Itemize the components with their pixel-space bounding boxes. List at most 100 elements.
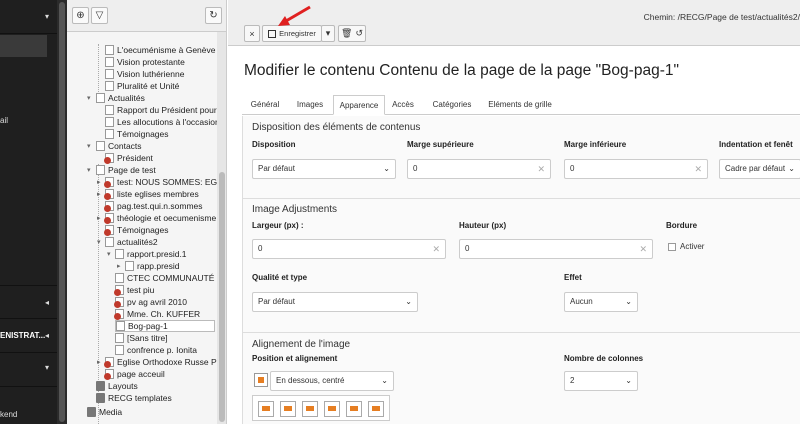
tree-node[interactable]: Président [104,152,153,164]
module-section-2[interactable]: ◂ [0,285,57,319]
align-below-center-icon[interactable] [324,401,340,417]
expand-icon[interactable]: ▸ [97,190,101,198]
align-above-center-icon[interactable] [258,401,274,417]
scrollbar-thumb[interactable] [59,2,65,422]
collapse-icon[interactable]: ▾ [97,238,101,246]
collapse-icon[interactable]: ▾ [107,250,111,258]
tree-node[interactable]: Rapport du Président pour l [105,104,221,116]
module-menu: ▾ ail ◂ ENISTRAT... ◂ ▾ kend [0,0,57,424]
tree-node[interactable]: RECG templates [96,392,172,404]
chevron-left-icon[interactable]: ◂ [45,331,49,340]
tree-node[interactable]: Pluralité et Unité [105,80,179,92]
tree-node[interactable]: test piu [114,284,154,296]
tree-node[interactable]: Contacts [96,140,142,152]
position-select[interactable]: En dessous, centré ⌄ [270,371,394,391]
tab-general[interactable]: Général [242,95,288,115]
panel-title: Disposition des éléments de contenus [252,122,421,133]
collapse-icon[interactable]: ▾ [87,142,91,150]
filter-button[interactable]: ▽ [91,7,108,24]
chevron-down-icon[interactable]: ▾ [45,363,49,372]
tree-node-label: Actualités [108,93,145,103]
tab-access[interactable]: Accès [386,95,420,115]
chevron-left-icon[interactable]: ◂ [45,298,49,307]
undo-icon[interactable]: ↺ [355,28,363,39]
indent-select[interactable]: Cadre par défaut ⌄ [719,159,800,179]
tree-node[interactable]: Actualités [96,92,145,104]
align-above-right-icon[interactable] [280,401,296,417]
align-below-right-icon[interactable] [346,401,362,417]
tree-node[interactable]: Témoignages [104,224,169,236]
quality-select[interactable]: Par défaut ⌄ [252,292,418,312]
module-section-1[interactable]: ▾ [0,0,57,34]
border-checkbox-label[interactable]: Activer [680,242,704,251]
width-input[interactable]: 0 ✕ [252,239,446,259]
tree-node[interactable]: Mme. Ch. KUFFER [114,308,200,320]
expand-icon[interactable]: ▸ [97,178,101,186]
new-page-button[interactable]: ⊕ [72,7,89,24]
module-admin-label[interactable]: ENISTRAT... [0,331,45,340]
tree-node[interactable]: Page de test [96,164,156,176]
clear-icon[interactable]: ✕ [639,240,647,258]
save-options-button[interactable]: ▾ [321,25,335,42]
tree-node[interactable]: rapp.presid [125,260,180,272]
border-checkbox[interactable] [668,243,676,251]
clear-icon[interactable]: ✕ [694,160,702,178]
tree-node[interactable]: [Sans titre] [115,332,168,344]
expand-icon[interactable]: ▸ [117,262,121,270]
module-item-active[interactable] [0,35,47,57]
tree-node-selected[interactable]: Bog-pag-1 [115,320,215,332]
tree-scrollbar[interactable] [217,32,226,424]
effect-select[interactable]: Aucun ⌄ [564,292,638,312]
collapse-icon[interactable]: ▾ [87,166,91,174]
tree-node[interactable]: Vision protestante [105,56,185,68]
align-below-left-icon[interactable] [368,401,384,417]
position-label: Position et alignement [252,354,338,363]
collapse-icon[interactable]: ▾ [87,94,91,102]
expand-icon[interactable]: ▸ [97,358,101,366]
tree-node[interactable]: test: NOUS SOMMES: EGLI [104,176,224,188]
tree-node[interactable]: pv ag avril 2010 [114,296,187,308]
align-above-left-icon[interactable] [302,401,318,417]
delete-icon[interactable]: 🗑 [341,28,352,39]
tree-node[interactable]: Vision luthérienne [105,68,184,80]
tree-node[interactable]: Eglise Orthodoxe Russe Pat [104,356,224,368]
module-backend-label[interactable]: kend [0,410,17,419]
space-after-input[interactable]: 0 ✕ [564,159,708,179]
columns-select[interactable]: 2 ⌄ [564,371,638,391]
tree-node[interactable]: Les allocutions à l'occasion [105,116,220,128]
module-item-label[interactable]: ail [0,116,8,125]
module-section-3[interactable]: ▾ [0,353,57,387]
module-menu-scrollbar[interactable] [57,0,67,424]
space-before-input[interactable]: 0 ✕ [407,159,551,179]
tree-node[interactable]: Témoignages [105,128,169,140]
scrollbar-thumb[interactable] [219,172,225,422]
tree-node[interactable]: CTEC COMMUNAUTÉ DE [115,272,226,284]
tab-images[interactable]: Images [288,95,332,115]
tree-node[interactable]: liste eglises membres [104,188,199,200]
space-before-label: Marge supérieure [407,140,474,149]
module-section-admin[interactable]: ENISTRAT... ◂ [0,319,57,353]
layout-select[interactable]: Par défaut ⌄ [252,159,396,179]
delete-undo-group: 🗑 ↺ [338,25,366,42]
tree-node[interactable]: L'oecuménisme à Genève ; [105,44,220,56]
height-input[interactable]: 0 ✕ [459,239,653,259]
clear-icon[interactable]: ✕ [537,160,545,178]
chevron-down-icon: ▾ [325,28,331,38]
tab-grid-elements[interactable]: Eléments de grille [483,95,557,115]
tree-node[interactable]: actualités2 [105,236,158,248]
chevron-down-icon[interactable]: ▾ [45,12,49,21]
clear-icon[interactable]: ✕ [432,240,440,258]
tree-node[interactable]: Media [87,406,122,418]
tab-categories[interactable]: Catégories [421,95,483,115]
tree-node[interactable]: rapport.presid.1 [115,248,187,260]
tree-node[interactable]: confrence p. Ionita [115,344,197,356]
expand-icon[interactable]: ▸ [97,214,101,222]
tree-node[interactable]: page acceuil [104,368,165,380]
tab-appearance[interactable]: Apparence [333,95,385,115]
tree-node[interactable]: Layouts [96,380,138,392]
refresh-button[interactable]: ↻ [205,7,222,24]
close-button[interactable]: × [244,25,260,42]
tree-node[interactable]: théologie et oecumenisme [104,212,216,224]
breadcrumb: Chemin: /RECG/Page de test/actualités2/ [643,12,800,22]
tree-node[interactable]: pag.test.qui.n.sommes [104,200,203,212]
